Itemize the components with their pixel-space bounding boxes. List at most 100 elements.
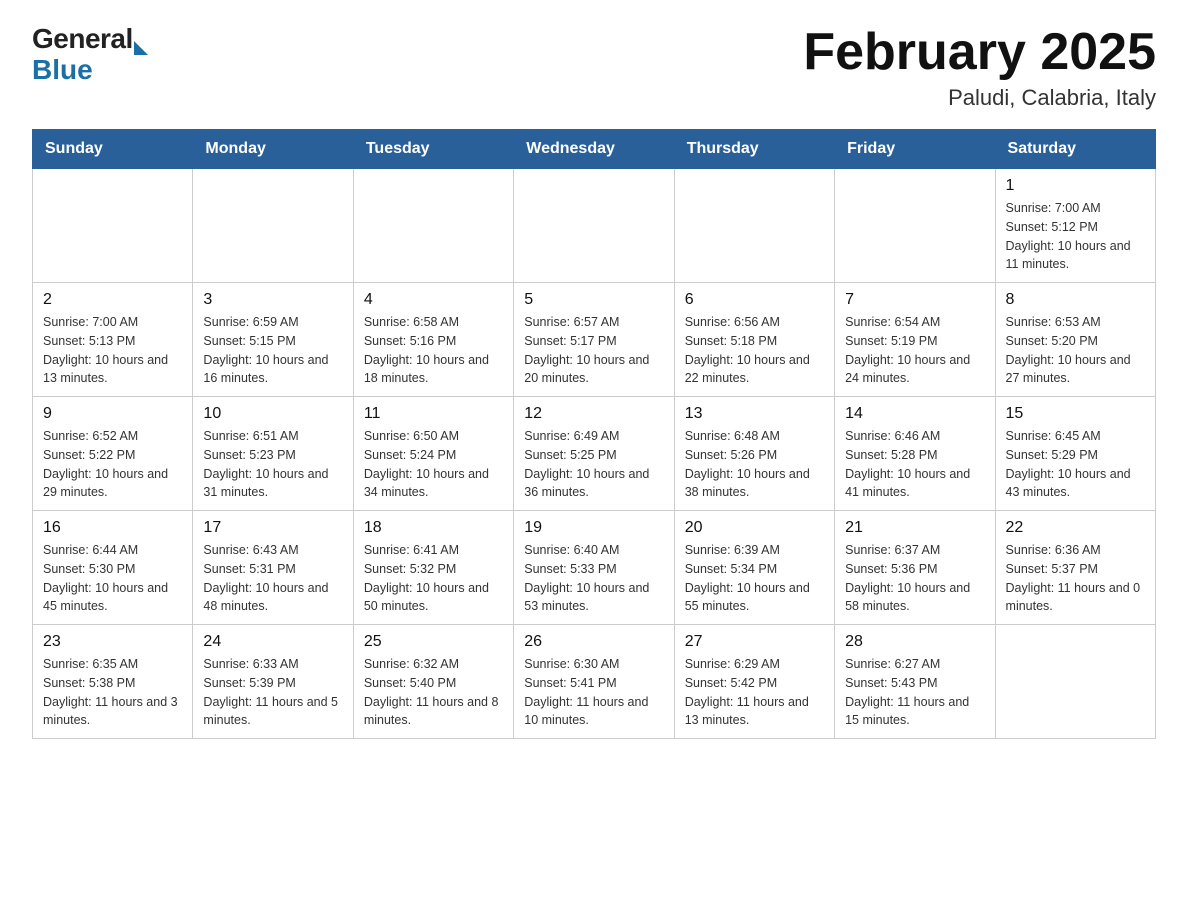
- day-number: 25: [364, 633, 503, 651]
- weekday-header-row: SundayMondayTuesdayWednesdayThursdayFrid…: [33, 130, 1156, 169]
- page-header: General Blue February 2025 Paludi, Calab…: [32, 24, 1156, 111]
- day-info: Sunrise: 6:43 AM Sunset: 5:31 PM Dayligh…: [203, 541, 342, 616]
- calendar-week-5: 23Sunrise: 6:35 AM Sunset: 5:38 PM Dayli…: [33, 625, 1156, 739]
- calendar-cell: 27 Sunrise: 6:29 AM Sunset: 5:42 PM Dayli…: [674, 625, 834, 739]
- day-number: 13: [685, 405, 824, 423]
- day-number: 2: [43, 291, 182, 309]
- day-number: 6: [685, 291, 824, 309]
- calendar-cell: 15 Sunrise: 6:45 AM Sunset: 5:29 PM Dayli…: [995, 397, 1155, 511]
- calendar-cell: 6 Sunrise: 6:56 AM Sunset: 5:18 PM Daylig…: [674, 283, 834, 397]
- calendar-cell: 10 Sunrise: 6:51 AM Sunset: 5:23 PM Dayli…: [193, 397, 353, 511]
- day-number: 24: [203, 633, 342, 651]
- day-number: 10: [203, 405, 342, 423]
- calendar-cell: 28 Sunrise: 6:27 AM Sunset: 5:43 PM Dayli…: [835, 625, 995, 739]
- day-number: 3: [203, 291, 342, 309]
- calendar-cell: [514, 169, 674, 283]
- day-info: Sunrise: 6:39 AM Sunset: 5:34 PM Dayligh…: [685, 541, 824, 616]
- calendar-cell: 5Sunrise: 6:57 AM Sunset: 5:17 PM Daylig…: [514, 283, 674, 397]
- day-info: Sunrise: 6:45 AM Sunset: 5:29 PM Dayligh…: [1006, 427, 1145, 502]
- calendar-cell: 21 Sunrise: 6:37 AM Sunset: 5:36 PM Dayli…: [835, 511, 995, 625]
- day-info: Sunrise: 7:00 AM Sunset: 5:12 PM Dayligh…: [1006, 199, 1145, 274]
- day-info: Sunrise: 6:57 AM Sunset: 5:17 PM Dayligh…: [524, 313, 663, 388]
- day-number: 18: [364, 519, 503, 537]
- day-number: 9: [43, 405, 182, 423]
- day-info: Sunrise: 6:29 AM Sunset: 5:42 PM Dayligh…: [685, 655, 824, 730]
- day-number: 28: [845, 633, 984, 651]
- calendar-week-2: 2 Sunrise: 7:00 AM Sunset: 5:13 PM Daylig…: [33, 283, 1156, 397]
- day-number: 7: [845, 291, 984, 309]
- day-number: 4: [364, 291, 503, 309]
- day-info: Sunrise: 6:44 AM Sunset: 5:30 PM Dayligh…: [43, 541, 182, 616]
- day-info: Sunrise: 6:58 AM Sunset: 5:16 PM Dayligh…: [364, 313, 503, 388]
- day-info: Sunrise: 6:37 AM Sunset: 5:36 PM Dayligh…: [845, 541, 984, 616]
- day-info: Sunrise: 6:46 AM Sunset: 5:28 PM Dayligh…: [845, 427, 984, 502]
- day-number: 14: [845, 405, 984, 423]
- calendar-cell: 9Sunrise: 6:52 AM Sunset: 5:22 PM Daylig…: [33, 397, 193, 511]
- logo-general-text: General: [32, 24, 133, 55]
- calendar-cell: 13Sunrise: 6:48 AM Sunset: 5:26 PM Dayli…: [674, 397, 834, 511]
- calendar-cell: 16 Sunrise: 6:44 AM Sunset: 5:30 PM Dayli…: [33, 511, 193, 625]
- calendar-cell: 2 Sunrise: 7:00 AM Sunset: 5:13 PM Daylig…: [33, 283, 193, 397]
- calendar-cell: 19Sunrise: 6:40 AM Sunset: 5:33 PM Dayli…: [514, 511, 674, 625]
- calendar-cell: [674, 169, 834, 283]
- weekday-header-monday: Monday: [193, 130, 353, 169]
- day-number: 15: [1006, 405, 1145, 423]
- day-number: 20: [685, 519, 824, 537]
- day-number: 16: [43, 519, 182, 537]
- calendar-cell: 14 Sunrise: 6:46 AM Sunset: 5:28 PM Dayli…: [835, 397, 995, 511]
- calendar-cell: [193, 169, 353, 283]
- calendar-cell: 8Sunrise: 6:53 AM Sunset: 5:20 PM Daylig…: [995, 283, 1155, 397]
- calendar-cell: 7 Sunrise: 6:54 AM Sunset: 5:19 PM Daylig…: [835, 283, 995, 397]
- day-info: Sunrise: 6:51 AM Sunset: 5:23 PM Dayligh…: [203, 427, 342, 502]
- calendar-table: SundayMondayTuesdayWednesdayThursdayFrid…: [32, 129, 1156, 739]
- calendar-week-1: 1Sunrise: 7:00 AM Sunset: 5:12 PM Daylig…: [33, 169, 1156, 283]
- day-number: 11: [364, 405, 503, 423]
- title-block: February 2025 Paludi, Calabria, Italy: [803, 24, 1156, 111]
- day-number: 27: [685, 633, 824, 651]
- day-info: Sunrise: 6:50 AM Sunset: 5:24 PM Dayligh…: [364, 427, 503, 502]
- calendar-cell: 24 Sunrise: 6:33 AM Sunset: 5:39 PM Dayli…: [193, 625, 353, 739]
- day-info: Sunrise: 6:41 AM Sunset: 5:32 PM Dayligh…: [364, 541, 503, 616]
- month-title: February 2025: [803, 24, 1156, 81]
- day-info: Sunrise: 6:27 AM Sunset: 5:43 PM Dayligh…: [845, 655, 984, 730]
- logo-blue-text: Blue: [32, 55, 148, 86]
- day-number: 19: [524, 519, 663, 537]
- calendar-cell: [995, 625, 1155, 739]
- calendar-cell: 4 Sunrise: 6:58 AM Sunset: 5:16 PM Daylig…: [353, 283, 513, 397]
- calendar-cell: 20 Sunrise: 6:39 AM Sunset: 5:34 PM Dayli…: [674, 511, 834, 625]
- calendar-cell: 22 Sunrise: 6:36 AM Sunset: 5:37 PM Dayli…: [995, 511, 1155, 625]
- weekday-header-saturday: Saturday: [995, 130, 1155, 169]
- day-info: Sunrise: 6:36 AM Sunset: 5:37 PM Dayligh…: [1006, 541, 1145, 616]
- calendar-cell: 25 Sunrise: 6:32 AM Sunset: 5:40 PM Dayli…: [353, 625, 513, 739]
- day-info: Sunrise: 6:33 AM Sunset: 5:39 PM Dayligh…: [203, 655, 342, 730]
- day-number: 17: [203, 519, 342, 537]
- day-number: 21: [845, 519, 984, 537]
- day-info: Sunrise: 7:00 AM Sunset: 5:13 PM Dayligh…: [43, 313, 182, 388]
- calendar-cell: 12 Sunrise: 6:49 AM Sunset: 5:25 PM Dayli…: [514, 397, 674, 511]
- weekday-header-friday: Friday: [835, 130, 995, 169]
- calendar-week-3: 9Sunrise: 6:52 AM Sunset: 5:22 PM Daylig…: [33, 397, 1156, 511]
- calendar-cell: [353, 169, 513, 283]
- day-number: 12: [524, 405, 663, 423]
- day-info: Sunrise: 6:56 AM Sunset: 5:18 PM Dayligh…: [685, 313, 824, 388]
- day-info: Sunrise: 6:59 AM Sunset: 5:15 PM Dayligh…: [203, 313, 342, 388]
- weekday-header-thursday: Thursday: [674, 130, 834, 169]
- day-number: 8: [1006, 291, 1145, 309]
- calendar-cell: 17 Sunrise: 6:43 AM Sunset: 5:31 PM Dayli…: [193, 511, 353, 625]
- day-info: Sunrise: 6:35 AM Sunset: 5:38 PM Dayligh…: [43, 655, 182, 730]
- location-title: Paludi, Calabria, Italy: [803, 85, 1156, 111]
- day-info: Sunrise: 6:49 AM Sunset: 5:25 PM Dayligh…: [524, 427, 663, 502]
- calendar-cell: 26Sunrise: 6:30 AM Sunset: 5:41 PM Dayli…: [514, 625, 674, 739]
- logo: General Blue: [32, 24, 148, 86]
- day-info: Sunrise: 6:54 AM Sunset: 5:19 PM Dayligh…: [845, 313, 984, 388]
- calendar-cell: [835, 169, 995, 283]
- calendar-cell: 3 Sunrise: 6:59 AM Sunset: 5:15 PM Daylig…: [193, 283, 353, 397]
- calendar-cell: 23Sunrise: 6:35 AM Sunset: 5:38 PM Dayli…: [33, 625, 193, 739]
- weekday-header-sunday: Sunday: [33, 130, 193, 169]
- day-number: 26: [524, 633, 663, 651]
- day-info: Sunrise: 6:32 AM Sunset: 5:40 PM Dayligh…: [364, 655, 503, 730]
- weekday-header-tuesday: Tuesday: [353, 130, 513, 169]
- day-number: 22: [1006, 519, 1145, 537]
- calendar-week-4: 16 Sunrise: 6:44 AM Sunset: 5:30 PM Dayli…: [33, 511, 1156, 625]
- calendar-cell: [33, 169, 193, 283]
